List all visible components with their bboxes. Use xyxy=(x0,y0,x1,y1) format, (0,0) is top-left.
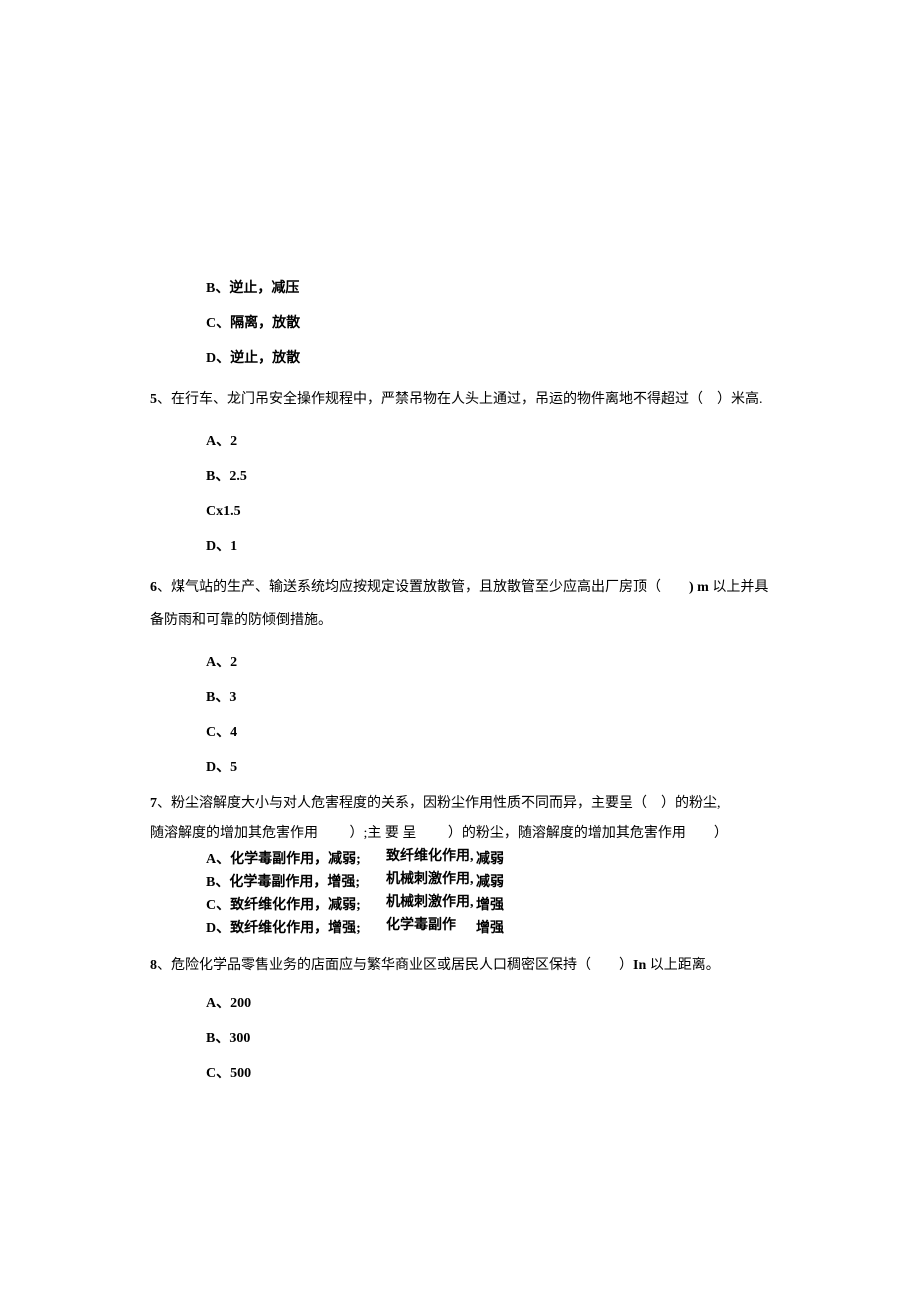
q7-body1: 、粉尘溶解度大小与对人危害程度的关系，因粉尘作用性质不同而异，主要呈（ ）的粉尘… xyxy=(157,796,721,811)
q7-d-col3: 增强 xyxy=(476,918,536,939)
q8-unit: In xyxy=(633,958,646,973)
q5-option-b: B、2.5 xyxy=(206,466,770,487)
q6-body-pre: 、煤气站的生产、输送系统均应按规定设置放散管，且放散管至少应高出厂房顶（ xyxy=(157,580,689,595)
q6-text: 6、煤气站的生产、输送系统均应按规定设置放散管，且放散管至少应高出厂房顶（ ) … xyxy=(150,571,770,638)
q7-d-col1: D、致纤维化作用，增强; xyxy=(206,918,386,939)
q6-option-d: D、5 xyxy=(206,757,770,778)
q7-option-b: B、化学毒副作用，增强; 机械刺激作用, 减弱 xyxy=(206,872,770,893)
q6-option-c: C、4 xyxy=(206,722,770,743)
q6-number: 6 xyxy=(150,580,157,595)
q6-unit: ) m xyxy=(689,580,709,595)
q8-text: 8、危险化学品零售业务的店面应与繁华商业区或居民人口稠密区保持（ ）In 以上距… xyxy=(150,953,770,978)
q8-number: 8 xyxy=(150,958,157,973)
q7-d-col2: 化学毒副作 xyxy=(386,918,476,935)
q5-option-c: Cx1.5 xyxy=(206,501,770,522)
q7-b-col1: B、化学毒副作用，增强; xyxy=(206,872,386,893)
q5-text: 5、在行车、龙门吊安全操作规程中，严禁吊物在人头上通过，吊运的物件离地不得超过（… xyxy=(150,383,770,417)
q7-c-col3: 增强 xyxy=(476,895,536,916)
q7-option-a: A、化学毒副作用，减弱; 致纤维化作用, 减弱 xyxy=(206,849,770,870)
q4-option-c: C、隔离，放散 xyxy=(206,313,770,334)
q4-option-b: B、逆止，减压 xyxy=(206,278,770,299)
q7-b-col2: 机械刺激作用, xyxy=(386,872,476,889)
q7-b-col3: 减弱 xyxy=(476,872,536,893)
q8-body-post: 以上距离。 xyxy=(646,958,720,973)
q5-body: 、在行车、龙门吊安全操作规程中，严禁吊物在人头上通过，吊运的物件离地不得超过（ … xyxy=(157,392,763,407)
q8-option-a: A、200 xyxy=(206,993,770,1014)
q7-c-col2: 机械刺激作用, xyxy=(386,895,476,912)
q7-option-d: D、致纤维化作用，增强; 化学毒副作 增强 xyxy=(206,918,770,939)
q7-option-c: C、致纤维化作用，减弱; 机械刺激作用, 增强 xyxy=(206,895,770,916)
q7-a-col1: A、化学毒副作用，减弱; xyxy=(206,849,386,870)
q4-option-d: D、逆止，放散 xyxy=(206,348,770,369)
q5-number: 5 xyxy=(150,392,157,407)
q5-option-d: D、1 xyxy=(206,536,770,557)
q7-a-col2: 致纤维化作用, xyxy=(386,849,476,866)
q8-body-pre: 、危险化学品零售业务的店面应与繁华商业区或居民人口稠密区保持（ ） xyxy=(157,958,633,973)
q7-number: 7 xyxy=(150,796,157,811)
q7-a-col3: 减弱 xyxy=(476,849,536,870)
q8-option-b: B、300 xyxy=(206,1028,770,1049)
q5-option-a: A、2 xyxy=(206,431,770,452)
q6-option-b: B、3 xyxy=(206,687,770,708)
q7-text-line2: 随溶解度的增加其危害作用 ）;主 要 呈 ）的粉尘，随溶解度的增加其危害作用 ） xyxy=(150,822,770,846)
q7-c-col1: C、致纤维化作用，减弱; xyxy=(206,895,386,916)
q6-option-a: A、2 xyxy=(206,652,770,673)
q7-text-line1: 7、粉尘溶解度大小与对人危害程度的关系，因粉尘作用性质不同而异，主要呈（ ）的粉… xyxy=(150,792,770,816)
document-page: B、逆止，减压 C、隔离，放散 D、逆止，放散 5、在行车、龙门吊安全操作规程中… xyxy=(0,0,920,1301)
q8-option-c: C、500 xyxy=(206,1063,770,1084)
